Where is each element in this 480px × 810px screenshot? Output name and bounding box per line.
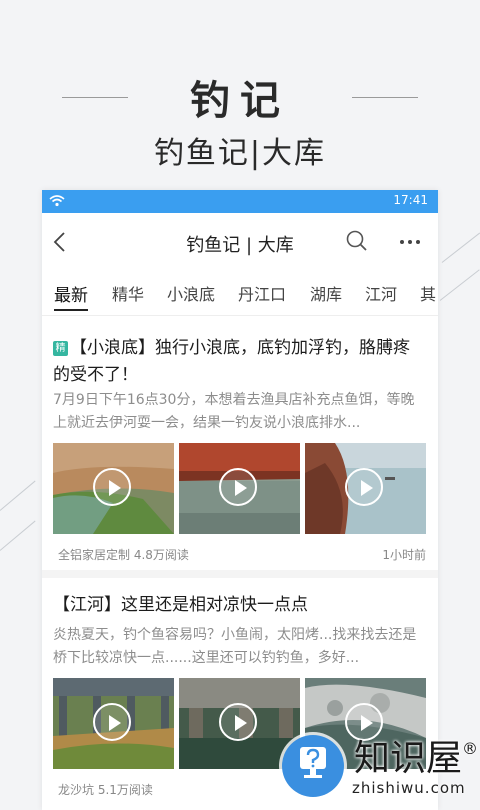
video-thumbnail[interactable] (53, 443, 174, 534)
decor-line (441, 232, 480, 263)
article-reads: 5.1万阅读 (97, 783, 153, 797)
watermark-brand-text: 知识屋 (354, 738, 463, 779)
article-title-text: 【小浪底】独行小浪底，底钓加浮钓，胳膊疼的受不了！ (53, 338, 410, 385)
play-icon (345, 468, 383, 506)
article-time: 1小时前 (382, 548, 426, 562)
decor-line (0, 480, 36, 511)
page-title: 钓鱼记 | 大库 (186, 235, 294, 256)
promo-subtitle: 钓鱼记|大库 (153, 136, 327, 171)
video-thumbnail[interactable] (179, 443, 300, 534)
status-bar: 17:41 (42, 190, 438, 213)
article-title[interactable]: 精【小浪底】独行小浪底，底钓加浮钓，胳膊疼的受不了！ (53, 335, 425, 389)
article-title[interactable]: 【江河】这里还是相对凉快一点点 (53, 592, 425, 619)
article-card[interactable]: 精【小浪底】独行小浪底，底钓加浮钓，胳膊疼的受不了！ 7月9日下午16点30分，… (42, 317, 438, 562)
more-icon[interactable] (399, 239, 421, 245)
tab-latest[interactable]: 最新 (54, 281, 88, 306)
decor-line (0, 520, 36, 551)
status-time: 17:41 (393, 193, 428, 207)
tab-lakes[interactable]: 湖库 (310, 281, 342, 305)
tab-other[interactable]: 其 (420, 281, 436, 305)
wifi-icon (49, 195, 65, 207)
active-tab-indicator (54, 309, 88, 311)
play-icon (93, 703, 131, 741)
video-thumbnail[interactable] (305, 443, 426, 534)
watermark-reg: ® (462, 739, 479, 758)
nav-bar: 钓鱼记 | 大库 (42, 213, 438, 271)
tab-xiaolangdi[interactable]: 小浪底 (167, 281, 215, 305)
watermark-brand: 知识屋® (354, 729, 478, 781)
question-monitor-icon (300, 747, 326, 778)
article-author: 全铝家居定制 (58, 548, 131, 562)
article-title-text: 【江河】这里还是相对凉快一点点 (53, 595, 308, 615)
article-author: 龙沙坑 (58, 783, 95, 797)
article-summary: 炎热夏天，钓个鱼容易吗？小鱼闹，太阳烤...找来找去还是桥下比较凉快一点....… (53, 627, 417, 666)
watermark-url: zhishiwu.com (352, 779, 466, 797)
play-icon (219, 703, 257, 741)
video-thumbnail[interactable] (53, 678, 174, 769)
promo-header: 钓记 钓鱼记|大库 (0, 0, 480, 200)
tab-featured[interactable]: 精华 (112, 281, 144, 305)
promo-line-right (352, 97, 418, 98)
featured-badge: 精 (53, 341, 68, 356)
article-summary: 7月9日下午16点30分，本想着去渔具店补充点鱼饵，等晚上就近去伊河耍一会，结果… (53, 392, 415, 431)
article-reads: 4.8万阅读 (133, 548, 189, 562)
tab-rivers[interactable]: 江河 (365, 281, 397, 305)
watermark-logo (282, 735, 344, 797)
article-meta: 全铝家居定制 4.8万阅读 (58, 546, 189, 563)
divider (42, 570, 438, 578)
decor-line (439, 269, 480, 301)
tab-danjiangkou[interactable]: 丹江口 (238, 281, 286, 305)
search-icon[interactable] (345, 229, 369, 253)
phone-screen: 17:41 钓鱼记 | 大库 最新 精华 小浪底 丹江口 湖库 江河 其 精【小… (42, 190, 438, 810)
category-tabs: 最新 精华 小浪底 丹江口 湖库 江河 其 (42, 271, 438, 316)
site-watermark: 知识屋® zhishiwu.com (282, 735, 480, 800)
article-meta: 龙沙坑 5.1万阅读 (58, 781, 153, 798)
play-icon (93, 468, 131, 506)
play-icon (219, 468, 257, 506)
